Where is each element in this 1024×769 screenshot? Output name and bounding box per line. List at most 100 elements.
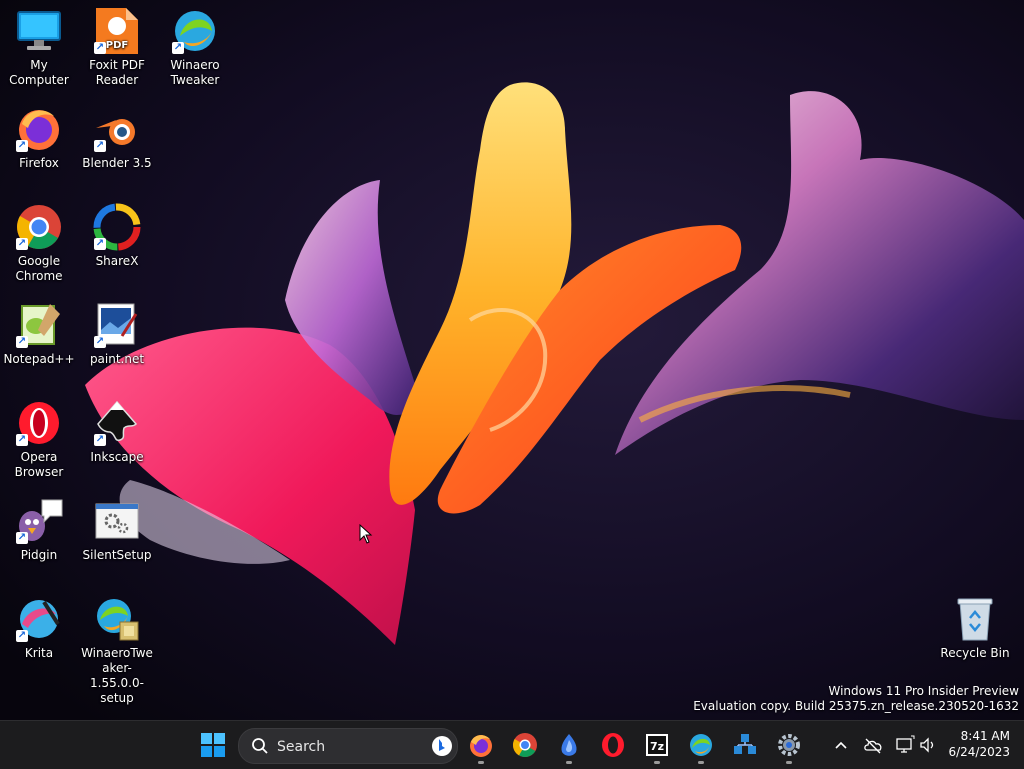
onedrive-tray[interactable] (863, 735, 883, 755)
foxit-pdf-icon: PDF ↗ (92, 6, 142, 56)
shortcut-arrow-icon: ↗ (172, 42, 184, 54)
winaero-tweaker-icon: ↗ (170, 6, 220, 56)
desktop-icon-label: My Computer (9, 58, 69, 87)
taskbar-opera[interactable] (595, 727, 631, 763)
desktop-icon-label: Google Chrome (15, 254, 63, 283)
chrome-icon (512, 733, 537, 758)
search-input[interactable] (275, 735, 419, 759)
pidgin-icon: ↗ (14, 496, 64, 546)
svg-text:7z: 7z (650, 740, 664, 753)
volume-tray[interactable] (918, 735, 938, 755)
settings-icon (778, 734, 800, 756)
blender-icon: ↗ (92, 104, 142, 154)
desktop-icon-label: Firefox (19, 156, 59, 170)
desktop-icon-label: Notepad++ (3, 352, 75, 366)
taskbar: 7z 8:41 AM 6/24/2023 (0, 720, 1024, 769)
desktop-icon-blender[interactable]: ↗ Blender 3.5 (78, 104, 156, 171)
volume-icon (920, 737, 934, 753)
desktop-icon-foxit-pdf[interactable]: PDF ↗ Foxit PDF Reader (78, 6, 156, 88)
desktop-icon-label: Recycle Bin (940, 646, 1010, 660)
winaero-setup-icon (92, 594, 142, 644)
desktop-icon-paintnet[interactable]: ↗ paint.net (78, 300, 156, 367)
desktop-icon-label: Opera Browser (14, 450, 64, 479)
desktop-icon-label: Pidgin (20, 548, 58, 562)
desktop-icon-google-chrome[interactable]: ↗ Google Chrome (0, 202, 78, 284)
desktop-icon-label: ShareX (95, 254, 139, 268)
computer-icon (14, 6, 64, 56)
firefox-icon (470, 735, 492, 757)
mouse-cursor-icon (359, 524, 373, 544)
inkscape-icon: ↗ (92, 398, 142, 448)
desktop-icon-krita[interactable]: ↗ Krita (0, 594, 78, 661)
clock-date: 6/24/2023 (948, 745, 1010, 759)
silentsetup-icon (92, 496, 142, 546)
bing-icon[interactable] (431, 735, 453, 757)
running-indicator (654, 761, 660, 764)
sharex-icon: ↗ (92, 202, 142, 252)
desktop-icon-label: Inkscape (90, 450, 144, 464)
opera-icon (602, 733, 624, 757)
chrome-icon: ↗ (14, 202, 64, 252)
taskbar-chrome[interactable] (507, 727, 543, 763)
onedrive-icon (864, 738, 882, 754)
recycle-bin-icon (950, 594, 1000, 644)
shortcut-arrow-icon: ↗ (16, 336, 28, 348)
watermark-line-1: Windows 11 Pro Insider Preview (828, 684, 1019, 698)
desktop-icon-label: Blender 3.5 (82, 156, 152, 170)
network-icon (896, 735, 915, 753)
desktop-icon-firefox[interactable]: ↗ Firefox (0, 104, 78, 171)
desktop-icon-winaero-setup[interactable]: WinaeroTweaker-1.55.0.0-setup (78, 594, 156, 706)
desktop-icon-opera-browser[interactable]: ↗ Opera Browser (0, 398, 78, 480)
shortcut-arrow-icon: ↗ (16, 140, 28, 152)
krita-icon: ↗ (14, 594, 64, 644)
desktop-icon-label: Winaero Tweaker (170, 58, 220, 87)
running-indicator (566, 761, 572, 764)
network-app-icon (734, 734, 756, 754)
shortcut-arrow-icon: ↗ (16, 238, 28, 250)
taskbar-firefox[interactable] (463, 727, 499, 764)
watermark-line-2: Evaluation copy. Build 25375.zn_release.… (693, 699, 1019, 713)
taskbar-7zip[interactable]: 7z (639, 727, 675, 764)
svg-text:PDF: PDF (106, 40, 128, 51)
shortcut-arrow-icon: ↗ (94, 336, 106, 348)
running-indicator (698, 761, 704, 764)
running-indicator (478, 761, 484, 764)
clock-time: 8:41 AM (960, 729, 1010, 743)
desktop-icon-label: SilentSetup (82, 548, 152, 562)
app-icon (561, 734, 577, 756)
7zip-icon: 7z (646, 734, 668, 756)
firefox-icon: ↗ (14, 104, 64, 154)
shortcut-arrow-icon: ↗ (16, 630, 28, 642)
winaero-tweaker-icon (690, 734, 712, 756)
desktop-icon-label: WinaeroTweaker-1.55.0.0-setup (81, 646, 153, 705)
desktop-icon-my-computer[interactable]: My Computer (0, 6, 78, 88)
desktop-icon-pidgin[interactable]: ↗ Pidgin (0, 496, 78, 563)
network-tray[interactable] (895, 735, 915, 755)
start-button[interactable] (195, 727, 231, 763)
desktop-icon-label: paint.net (89, 352, 145, 366)
desktop-icon-label: Krita (24, 646, 54, 660)
taskbar-search[interactable] (238, 728, 458, 764)
desktop-icon-silentsetup[interactable]: SilentSetup (78, 496, 156, 563)
desktop-icon-notepadpp[interactable]: ↗ Notepad++ (0, 300, 78, 367)
desktop-icon-inkscape[interactable]: ↗ Inkscape (78, 398, 156, 465)
running-indicator (786, 761, 792, 764)
desktop-icon-winaero-tweaker[interactable]: ↗ Winaero Tweaker (156, 6, 234, 88)
desktop-icon-recycle-bin[interactable]: Recycle Bin (936, 594, 1014, 661)
desktop-icon-label: Foxit PDF Reader (89, 58, 145, 87)
taskbar-settings[interactable] (771, 727, 807, 764)
desktop-icon-sharex[interactable]: ↗ ShareX (78, 202, 156, 269)
notepadpp-icon: ↗ (14, 300, 64, 350)
taskbar-winaero-tweaker[interactable] (683, 727, 719, 764)
taskbar-app[interactable] (551, 727, 587, 764)
evaluation-watermark: Windows 11 Pro Insider Preview Evaluatio… (693, 684, 1019, 714)
show-hidden-icons-button[interactable] (831, 735, 851, 755)
shortcut-arrow-icon: ↗ (94, 140, 106, 152)
system-clock[interactable]: 8:41 AM 6/24/2023 (948, 728, 1010, 760)
search-icon (252, 738, 268, 754)
shortcut-arrow-icon: ↗ (94, 434, 106, 446)
shortcut-arrow-icon: ↗ (16, 434, 28, 446)
taskbar-network-app[interactable] (727, 727, 763, 763)
shortcut-arrow-icon: ↗ (94, 42, 106, 54)
start-icon (201, 733, 225, 757)
